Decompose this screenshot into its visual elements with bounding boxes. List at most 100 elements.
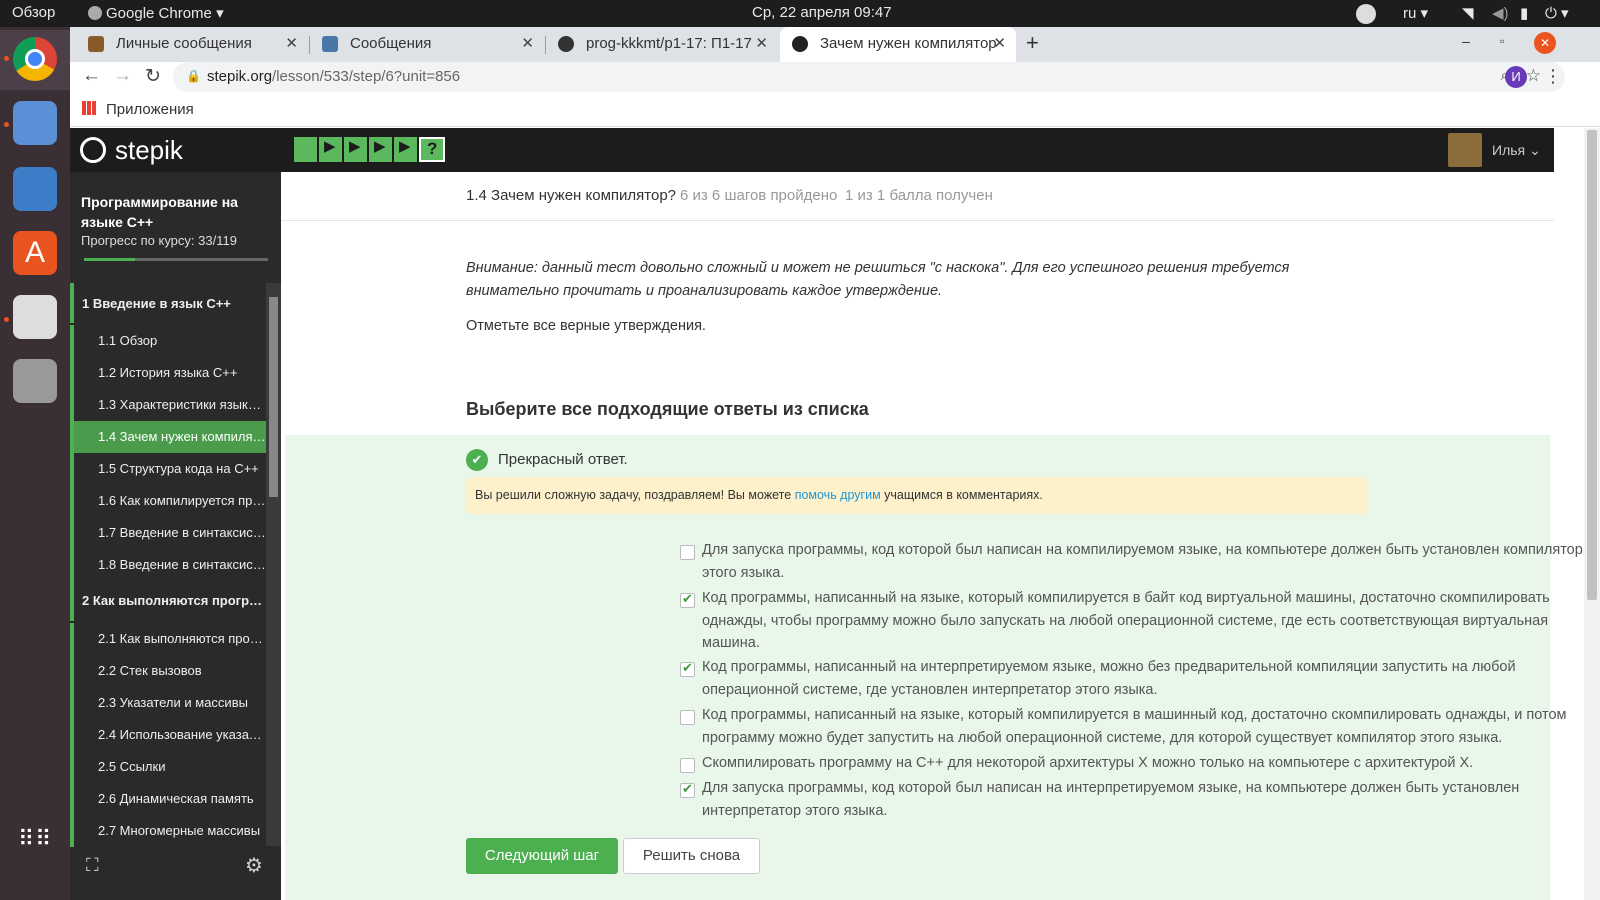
lesson-1-1[interactable]: 1.1 Обзор <box>70 325 266 357</box>
option-text-5[interactable]: Скомпилировать программу на C++ для неко… <box>702 752 1600 775</box>
sidebar-scrollbar[interactable] <box>266 283 281 846</box>
option-checkbox-4[interactable] <box>680 710 695 725</box>
user-menu[interactable]: Илья ⌄ <box>1492 142 1541 159</box>
option-text-3[interactable]: Код программы, написанный на интерпретир… <box>702 656 1600 701</box>
course-sidebar: Программирование на языке C++ Прогресс п… <box>70 172 281 900</box>
star-icon[interactable]: ☆ <box>1526 66 1541 86</box>
section-1[interactable]: 1 Введение в язык C++ <box>70 283 266 323</box>
option-text-1[interactable]: Для запуска программы, код которой был н… <box>702 539 1600 584</box>
close-icon[interactable]: ✕ <box>755 34 768 52</box>
clock[interactable]: Ср, 22 апреля 09:47 <box>752 4 892 21</box>
url-domain: stepik.org <box>207 68 273 85</box>
tab-title: Сообщения <box>350 35 432 52</box>
step-5-button[interactable]: ▶ <box>394 137 417 162</box>
tab-messages[interactable]: Сообщения ✕ <box>310 27 544 62</box>
lesson-1-8[interactable]: 1.8 Введение в синтаксис C++ <box>70 549 266 581</box>
step-2-button[interactable]: ▶ <box>319 137 342 162</box>
lesson-1-3[interactable]: 1.3 Характеристики языка C++ <box>70 389 266 421</box>
tab-strip: Личные сообщения ✕ Сообщения ✕ prog-kkkm… <box>70 27 1600 62</box>
next-step-button[interactable]: Следующий шаг <box>466 838 618 874</box>
stepik-header: stepik ▶ ▶ ▶ ▶ ? Илья ⌄ <box>70 128 1554 172</box>
question-heading: Выберите все подходящие ответы из списка <box>466 399 869 419</box>
apps-bookmark[interactable]: Приложения <box>106 101 194 118</box>
option-checkbox-1[interactable] <box>680 545 695 560</box>
lesson-2-5[interactable]: 2.5 Ссылки <box>70 751 266 783</box>
user-name: Илья <box>1492 142 1526 158</box>
activities-button[interactable]: Обзор <box>12 4 55 21</box>
chrome-icon[interactable] <box>13 37 57 81</box>
app-menu[interactable]: Google Chrome ▾ <box>88 4 224 22</box>
chrome-icon-center <box>25 49 45 69</box>
file-manager-icon[interactable] <box>13 101 57 145</box>
fullscreen-icon[interactable]: ⛶ <box>86 855 99 876</box>
lesson-2-2[interactable]: 2.2 Стек вызовов <box>70 655 266 687</box>
option-text-4[interactable]: Код программы, написанный на языке, кото… <box>702 704 1600 749</box>
lesson-2-7[interactable]: 2.7 Многомерные массивы <box>70 815 266 847</box>
volume-icon[interactable]: ◀) <box>1492 4 1509 22</box>
user-avatar[interactable] <box>1448 133 1482 167</box>
menu-kebab-icon[interactable]: ⋮ <box>1544 66 1562 87</box>
option-checkbox-3[interactable] <box>680 660 695 677</box>
option-text-6[interactable]: Для запуска программы, код которой был н… <box>702 777 1600 822</box>
lesson-1-6[interactable]: 1.6 Как компилируется программа <box>70 485 266 517</box>
back-icon[interactable]: ← <box>82 65 101 87</box>
close-icon[interactable]: ✕ <box>285 34 298 52</box>
wifi-icon[interactable]: ◥ <box>1462 4 1474 22</box>
step-4-button[interactable]: ▶ <box>369 137 392 162</box>
omnibox[interactable]: 🔒 stepik.org/lesson/533/step/6?unit=856 … <box>173 62 1565 92</box>
gear-icon[interactable]: ⚙ <box>245 853 263 878</box>
page-scrollbar[interactable] <box>1584 128 1600 900</box>
tab-personal-messages[interactable]: Личные сообщения ✕ <box>76 27 308 62</box>
lesson-1-4-active[interactable]: 1.4 Зачем нужен компилятор? <box>70 421 266 453</box>
tab-github[interactable]: prog-kkkmt/p1-17: П1-17 ✕ <box>546 27 778 62</box>
section-2[interactable]: 2 Как выполняются программы <box>70 581 266 621</box>
lesson-2-3[interactable]: 2.3 Указатели и массивы <box>70 687 266 719</box>
battery-icon[interactable]: ▮ <box>1520 4 1528 22</box>
os-top-bar: Обзор Google Chrome ▾ Ср, 22 апреля 09:4… <box>0 0 1600 27</box>
tab-title: Личные сообщения <box>116 35 252 52</box>
option-checkbox-5[interactable] <box>680 758 695 773</box>
reload-icon[interactable]: ↻ <box>145 65 161 88</box>
help-others-link[interactable]: помочь другим <box>795 488 881 502</box>
retry-button[interactable]: Решить снова <box>623 838 760 874</box>
course-progress-bar <box>84 258 268 261</box>
course-title[interactable]: Программирование на языке C++ <box>81 192 261 232</box>
lesson-2-4[interactable]: 2.4 Использование указателей <box>70 719 266 751</box>
step-6-button-current[interactable]: ? <box>419 137 445 162</box>
stepik-logo-text[interactable]: stepik <box>115 135 183 166</box>
close-icon[interactable]: ✕ <box>521 34 534 52</box>
magnifier-icon[interactable] <box>13 295 57 339</box>
forward-icon[interactable]: → <box>113 65 132 87</box>
maximize-button[interactable]: ▫ <box>1500 34 1504 48</box>
minimize-button[interactable]: – <box>1462 33 1470 49</box>
dock: A ⠿⠿ <box>0 27 70 900</box>
running-indicator <box>4 317 9 322</box>
lock-icon: 🔒 <box>186 69 201 83</box>
lesson-2-1[interactable]: 2.1 Как выполняются программы <box>70 623 266 655</box>
libreoffice-impress-icon[interactable] <box>13 167 57 211</box>
page-scroll-thumb[interactable] <box>1587 130 1597 600</box>
new-tab-button[interactable]: + <box>1026 30 1039 56</box>
power-menu-icon[interactable]: ⏻ ▾ <box>1545 4 1569 22</box>
option-text-2[interactable]: Код программы, написанный на языке, кото… <box>702 587 1600 655</box>
language-indicator[interactable]: ru ▾ <box>1403 4 1428 22</box>
profile-avatar[interactable]: И <box>1505 66 1527 88</box>
step-3-button[interactable]: ▶ <box>344 137 367 162</box>
lesson-1-2[interactable]: 1.2 История языка C++ <box>70 357 266 389</box>
option-checkbox-2[interactable] <box>680 591 695 608</box>
close-icon[interactable]: ✕ <box>993 34 1006 52</box>
archive-icon[interactable] <box>13 359 57 403</box>
window-close-button[interactable]: ✕ <box>1534 32 1556 54</box>
toc-list: 1 Введение в язык C++ 1.1 Обзор 1.2 Исто… <box>70 283 266 900</box>
lesson-1-5[interactable]: 1.5 Структура кода на C++ <box>70 453 266 485</box>
lesson-2-6[interactable]: 2.6 Динамическая память <box>70 783 266 815</box>
tab-stepik-active[interactable]: Зачем нужен компилятор ✕ <box>780 27 1016 62</box>
software-center-icon[interactable]: A <box>13 231 57 275</box>
stepik-logo-icon[interactable] <box>80 137 106 163</box>
sidebar-scroll-thumb[interactable] <box>269 297 278 497</box>
option-checkbox-6[interactable] <box>680 781 695 798</box>
lesson-1-7[interactable]: 1.7 Введение в синтаксис C++ <box>70 517 266 549</box>
show-apps-icon[interactable]: ⠿⠿ <box>18 828 52 850</box>
steam-icon[interactable] <box>1356 4 1376 24</box>
step-1-button[interactable] <box>294 137 317 162</box>
